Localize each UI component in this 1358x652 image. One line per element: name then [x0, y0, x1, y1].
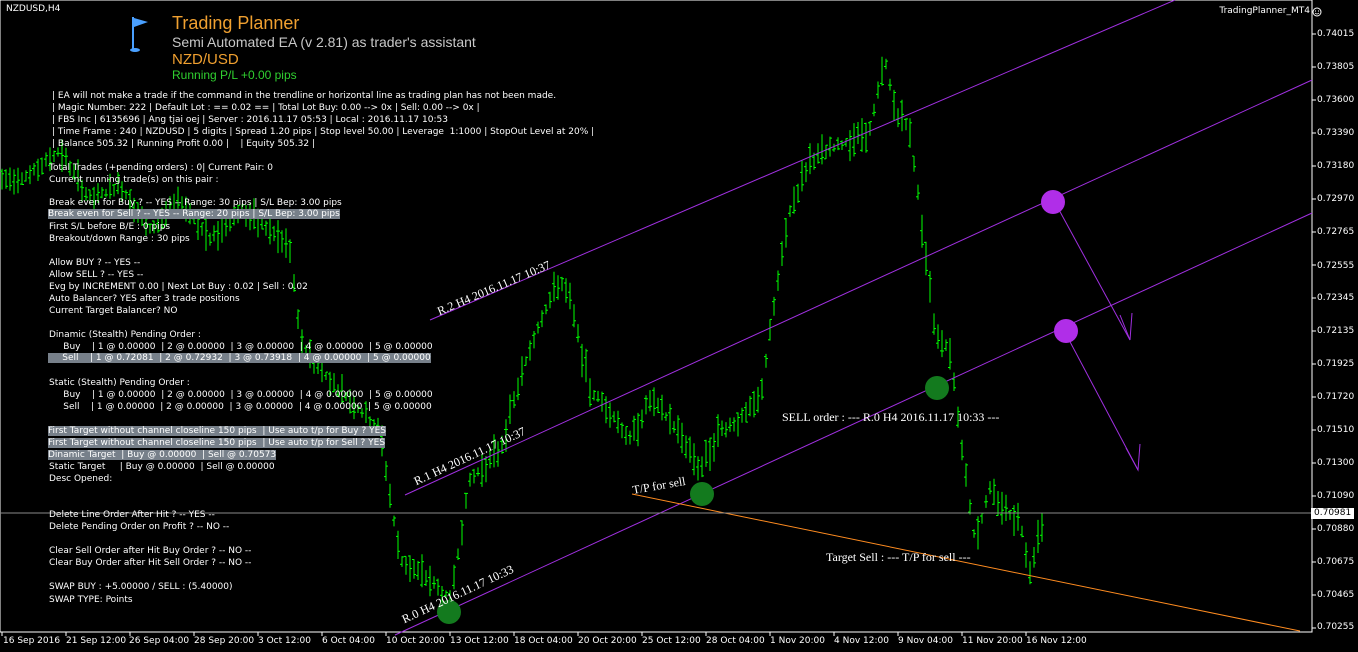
price-tick: 0.73805 — [1317, 62, 1355, 72]
info-line: | Magic Number: 222 | Default Lot : == 0… — [52, 103, 480, 113]
hit-marker[interactable] — [925, 376, 949, 400]
info-line: Auto Balancer? YES after 3 trade positio… — [49, 294, 240, 304]
time-tick: 13 Oct 12:00 — [450, 636, 509, 646]
price-tick: 0.72970 — [1317, 194, 1355, 204]
hit-marker[interactable] — [690, 482, 714, 506]
time-tick: 16 Nov 12:00 — [1026, 636, 1087, 646]
info-line: | Time Frame : 240 | NZDUSD | 5 digits |… — [52, 127, 595, 137]
info-line: First Target without channel closeline 1… — [48, 426, 386, 436]
target-sell-label[interactable]: Target Sell : --- T/P for sell --- — [826, 550, 971, 565]
info-line: Clear Sell Order after Hit Buy Order ? -… — [49, 546, 252, 556]
price-tick: 0.73390 — [1317, 128, 1355, 138]
price-tick: 0.70880 — [1317, 524, 1355, 534]
time-tick: 10 Oct 20:00 — [386, 636, 445, 646]
price-tick: 0.73600 — [1317, 95, 1355, 105]
current-price-box: 0.70981 — [1311, 508, 1355, 519]
price-tick: 0.72555 — [1317, 261, 1355, 271]
time-tick: 6 Oct 04:00 — [322, 636, 375, 646]
price-tick: 0.72135 — [1317, 326, 1355, 336]
price-tick: 0.71510 — [1317, 425, 1355, 435]
time-tick: 11 Nov 20:00 — [962, 636, 1023, 646]
time-tick: 18 Oct 04:00 — [514, 636, 573, 646]
time-tick: 25 Oct 12:00 — [642, 636, 701, 646]
price-tick: 0.72345 — [1317, 293, 1355, 303]
time-tick: 3 Oct 12:00 — [258, 636, 311, 646]
price-tick: 0.73180 — [1317, 161, 1355, 171]
time-tick: 26 Sep 04:00 — [129, 636, 190, 646]
info-line: Desc Opened: — [49, 474, 113, 484]
price-axis-ticks — [1312, 33, 1316, 629]
info-line: Dinamic (Stealth) Pending Order : — [49, 330, 201, 340]
info-line: SWAP TYPE: Points — [49, 595, 133, 605]
time-tick: 28 Oct 04:00 — [706, 636, 765, 646]
price-tick: 0.71300 — [1317, 458, 1355, 468]
time-tick: 4 Nov 12:00 — [834, 636, 889, 646]
info-line: Current Target Balancer? NO — [49, 306, 178, 316]
price-tick: 0.71090 — [1317, 491, 1355, 501]
ea-subtitle: Semi Automated EA (v 2.81) as trader's a… — [172, 34, 476, 50]
info-line: Total Trades (+pending orders) : 0| Curr… — [49, 163, 274, 173]
info-line: | EA will not make a trade if the comman… — [52, 91, 557, 101]
time-tick: 21 Sep 12:00 — [66, 636, 127, 646]
sell-order-label[interactable]: SELL order : --- R.0 H4 2016.11.17 10:33… — [782, 410, 999, 425]
info-line: Delete Pending Order on Profit ? -- NO -… — [49, 522, 230, 532]
info-line: Sell | 1 @ 0.00000 | 2 @ 0.00000 | 3 @ 0… — [49, 402, 432, 412]
chart-symbol-label: NZDUSD,H4 — [6, 4, 61, 14]
info-line: Breakout/down Range : 30 pips — [49, 234, 190, 244]
ea-name-label: TradingPlanner_MT4 — [1219, 6, 1310, 16]
info-line: Static Target | Buy @ 0.00000 | Sell @ 0… — [49, 462, 275, 472]
price-tick: 0.70675 — [1317, 557, 1355, 567]
info-line: Break even for Sell ? -- YES -- Range: 2… — [48, 209, 340, 219]
time-tick: 20 Oct 20:00 — [578, 636, 637, 646]
info-line: Dinamic Target | Buy @ 0.00000 | Sell @ … — [48, 450, 277, 460]
running-pl: Running P/L +0.00 pips — [172, 68, 297, 82]
info-line: SWAP BUY : +5.00000 / SELL : (5.40000) — [49, 582, 233, 592]
info-line: Buy | 1 @ 0.00000 | 2 @ 0.00000 | 3 @ 0.… — [49, 390, 433, 400]
price-tick: 0.71925 — [1317, 359, 1355, 369]
info-line: First Target without channel closeline 1… — [48, 438, 386, 448]
time-tick: 1 Nov 20:00 — [770, 636, 825, 646]
info-line: | Balance 505.32 | Running Profit 0.00 |… — [52, 139, 315, 149]
smiley-icon[interactable] — [1312, 7, 1322, 17]
info-line: Evg by INCREMENT 0.00 | Next Lot Buy : 0… — [49, 282, 308, 292]
ea-header: Trading Planner Semi Automated EA (v 2.8… — [172, 13, 476, 83]
ea-title: Trading Planner — [172, 13, 300, 33]
info-line: Allow BUY ? -- YES -- — [49, 258, 141, 268]
info-line: Current running trade(s) on this pair : — [49, 175, 219, 185]
info-line: Clear Buy Order after Hit Sell Order ? -… — [49, 558, 252, 568]
info-line: Delete Line Order After Hit ? -- YES -- — [49, 510, 215, 520]
info-line: Static (Stealth) Pending Order : — [49, 378, 190, 388]
info-line: Sell | 1 @ 0.72081 | 2 @ 0.72932 | 3 @ 0… — [48, 353, 431, 363]
info-line: Buy | 1 @ 0.00000 | 2 @ 0.00000 | 3 @ 0.… — [49, 342, 433, 352]
time-tick: 16 Sep 2016 — [3, 636, 61, 646]
info-line: First S/L before B/E : 0 pips — [49, 222, 171, 232]
time-tick: 9 Nov 04:00 — [898, 636, 953, 646]
time-tick: 28 Sep 20:00 — [194, 636, 255, 646]
price-tick: 0.70465 — [1317, 590, 1355, 600]
sell-order-marker[interactable] — [1054, 319, 1078, 343]
price-tick: 0.70255 — [1317, 622, 1355, 632]
sell-order-marker[interactable] — [1041, 190, 1065, 214]
price-tick: 0.72765 — [1317, 227, 1355, 237]
flag-icon — [130, 17, 148, 52]
price-tick: 0.71720 — [1317, 392, 1355, 402]
pair-label: NZD/USD — [172, 51, 239, 68]
info-line: | FBS Inc | 6135696 | Ang tjai oej | Ser… — [52, 115, 448, 125]
price-tick: 0.74015 — [1317, 29, 1355, 39]
info-line: Break even for Buy ? -- YES -- Range: 30… — [49, 198, 342, 208]
info-line: Allow SELL ? -- YES -- — [49, 270, 144, 280]
